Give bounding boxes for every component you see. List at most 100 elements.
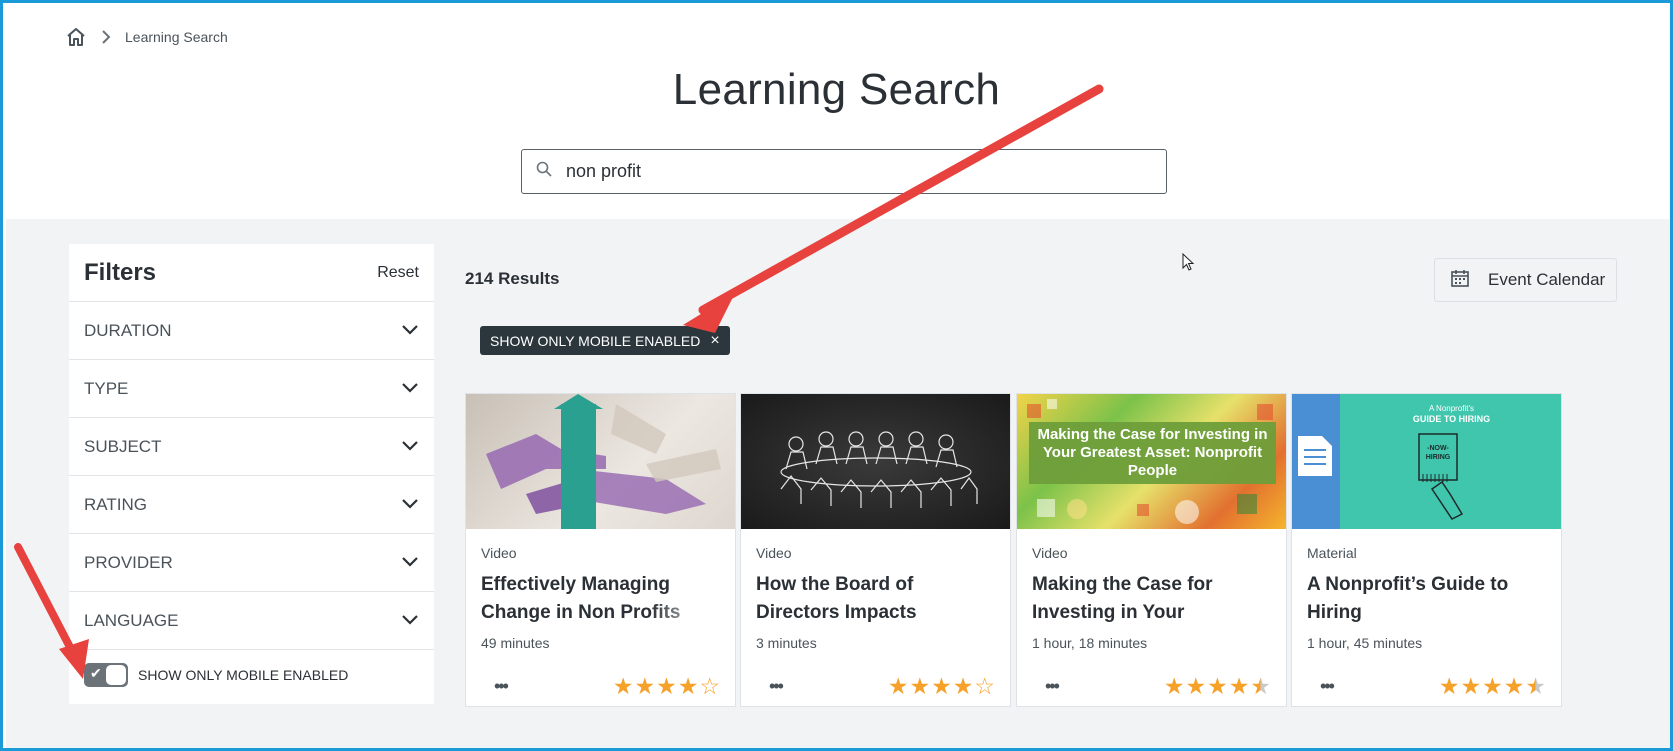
star-full-icon: ★	[1163, 672, 1185, 699]
card-type: Video	[756, 545, 792, 561]
star-full-icon: ★	[909, 672, 931, 699]
card-duration: 49 minutes	[481, 635, 550, 651]
card-type: Material	[1307, 545, 1357, 561]
mobile-enabled-toggle-row: ✔ SHOW ONLY MOBILE ENABLED	[69, 650, 434, 700]
star-rating: ★ ★ ★ ★ ☆	[612, 672, 720, 699]
card-body: Video How the Board of Directors Impacts…	[741, 529, 1010, 708]
chevron-down-icon	[401, 437, 419, 457]
thumbnail-sign-text: -NOW- HIRING	[1425, 445, 1451, 461]
chevron-down-icon	[401, 321, 419, 341]
chip-label: SHOW ONLY MOBILE ENABLED	[490, 332, 701, 349]
toggle-label: SHOW ONLY MOBILE ENABLED	[138, 667, 349, 683]
course-card[interactable]: Video Effectively Managing Change in Non…	[465, 393, 736, 707]
thumbnail-small-text: A Nonprofit's	[1428, 404, 1475, 413]
chevron-down-icon	[401, 495, 419, 515]
star-full-icon: ★	[1438, 672, 1460, 699]
card-body: Video Making the Case for Investing in Y…	[1017, 529, 1286, 708]
filter-label: SUBJECT	[84, 436, 162, 456]
filter-label: PROVIDER	[84, 552, 173, 572]
filter-label: DURATION	[84, 320, 172, 340]
card-thumbnail: A Nonprofit's GUIDE TO HIRING -NOW- HIRI…	[1292, 394, 1561, 529]
mouse-cursor-icon	[1182, 253, 1195, 271]
toggle-knob	[106, 665, 126, 685]
breadcrumb: Learning Search	[65, 25, 228, 49]
card-thumbnail: Making the Case for Investing in Your Gr…	[1017, 394, 1286, 529]
filters-header: Filters Reset	[69, 244, 434, 302]
course-card[interactable]: Video How the Board of Directors Impacts…	[740, 393, 1011, 707]
star-full-icon: ★	[1503, 672, 1525, 699]
card-thumbnail	[741, 394, 1010, 529]
card-title[interactable]: How the Board of Directors Impacts Nonpr…	[756, 571, 995, 627]
event-calendar-label: Event Calendar	[1488, 270, 1606, 289]
filters-panel: Filters Reset DURATION TYPE SUBJECT RATI…	[69, 244, 434, 704]
filter-provider[interactable]: PROVIDER	[69, 534, 434, 592]
filters-title: Filters	[84, 258, 157, 286]
card-duration: 3 minutes	[756, 635, 817, 651]
page-title: Learning Search	[672, 65, 1001, 114]
card-duration: 1 hour, 18 minutes	[1032, 635, 1148, 651]
star-rating: ★ ★ ★ ★ ★	[1438, 672, 1546, 699]
content-area: Filters Reset DURATION TYPE SUBJECT RATI…	[6, 219, 1670, 748]
filter-subject[interactable]: SUBJECT	[69, 418, 434, 476]
card-footer: ••• ★ ★ ★ ★ ☆	[481, 674, 720, 698]
star-full-icon: ★	[1460, 672, 1482, 699]
card-type: Video	[481, 545, 517, 561]
star-full-icon: ★	[887, 672, 909, 699]
reset-button[interactable]: Reset	[377, 264, 419, 282]
check-icon: ✔	[90, 665, 102, 681]
thumbnail-title-text: GUIDE TO HIRING	[1412, 414, 1491, 424]
star-full-icon: ★	[1185, 672, 1207, 699]
star-full-icon: ★	[952, 672, 974, 699]
star-full-icon: ★	[656, 672, 677, 699]
card-title[interactable]: Effectively Managing Change in Non Profi…	[481, 571, 720, 627]
app-frame: Learning Search Learning Search Filters …	[0, 0, 1673, 751]
chip-remove-button[interactable]: ×	[710, 332, 719, 350]
filter-label: RATING	[84, 494, 147, 514]
card-footer: ••• ★ ★ ★ ★ ☆	[756, 674, 995, 698]
breadcrumb-current[interactable]: Learning Search	[125, 29, 228, 45]
filter-language[interactable]: LANGUAGE	[69, 592, 434, 650]
card-footer: ••• ★ ★ ★ ★ ★	[1307, 674, 1546, 698]
filter-rating[interactable]: RATING	[69, 476, 434, 534]
card-body: Material A Nonprofit’s Guide to Hiring 1…	[1292, 529, 1561, 708]
filter-label: LANGUAGE	[84, 610, 179, 630]
event-calendar-button[interactable]: Event Calendar	[1434, 258, 1617, 302]
star-full-icon: ★	[1482, 672, 1503, 699]
card-thumbnail	[466, 394, 735, 529]
results-count: 214 Results	[465, 269, 560, 288]
chevron-down-icon	[401, 611, 419, 631]
search-box[interactable]	[521, 149, 1167, 194]
more-options-icon[interactable]: •••	[1320, 676, 1335, 697]
home-icon[interactable]	[65, 26, 87, 48]
chevron-down-icon	[401, 379, 419, 399]
mobile-enabled-toggle[interactable]: ✔	[84, 663, 128, 687]
card-title[interactable]: Making the Case for Investing in Your	[1032, 571, 1271, 627]
card-duration: 1 hour, 45 minutes	[1307, 635, 1423, 651]
star-empty-icon: ☆	[974, 672, 995, 699]
star-full-icon: ★	[612, 672, 634, 699]
card-body: Video Effectively Managing Change in Non…	[466, 529, 735, 708]
star-full-icon: ★	[1207, 672, 1228, 699]
search-icon	[536, 161, 552, 182]
filter-duration[interactable]: DURATION	[69, 302, 434, 360]
active-filter-chip: SHOW ONLY MOBILE ENABLED ×	[480, 326, 730, 355]
star-empty-icon: ☆	[699, 672, 720, 699]
filter-type[interactable]: TYPE	[69, 360, 434, 418]
card-footer: ••• ★ ★ ★ ★ ★	[1032, 674, 1271, 698]
course-card[interactable]: Making the Case for Investing in Your Gr…	[1016, 393, 1287, 707]
card-title[interactable]: A Nonprofit’s Guide to Hiring	[1307, 571, 1546, 627]
thumbnail-caption: Making the Case for Investing in Your Gr…	[1037, 426, 1268, 479]
course-card[interactable]: A Nonprofit's GUIDE TO HIRING -NOW- HIRI…	[1291, 393, 1562, 707]
search-input[interactable]	[566, 161, 1126, 182]
star-half-icon: ★	[1525, 672, 1546, 699]
star-full-icon: ★	[931, 672, 952, 699]
calendar-icon	[1450, 268, 1470, 293]
star-rating: ★ ★ ★ ★ ★	[1163, 672, 1271, 699]
more-options-icon[interactable]: •••	[769, 676, 784, 697]
more-options-icon[interactable]: •••	[494, 676, 509, 697]
chevron-right-icon	[101, 29, 111, 45]
more-options-icon[interactable]: •••	[1045, 676, 1060, 697]
chevron-down-icon	[401, 553, 419, 573]
star-half-icon: ★	[1250, 672, 1271, 699]
filter-label: TYPE	[84, 378, 129, 398]
